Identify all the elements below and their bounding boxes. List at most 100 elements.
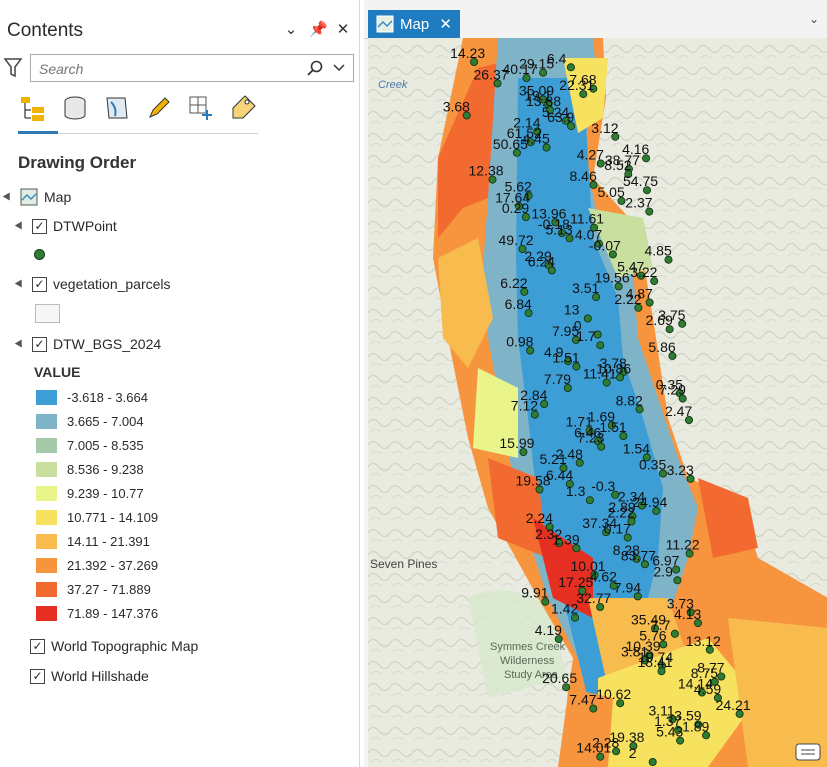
list-by-source-icon[interactable] [60,93,90,123]
dtw-value-label: 1.7 [576,328,596,344]
dtw-value-label: 83.77 [621,547,656,563]
dtwpoint-layer-label[interactable]: DTWPoint [53,218,117,234]
dtw-value-label: 14.23 [450,45,485,61]
dtw-value-label: 0.98 [506,334,533,350]
dtw-bgs-2024-layer-label[interactable]: DTW_BGS_2024 [53,336,161,352]
dtw-value-label: 6.84 [505,296,532,312]
dtw-value-label: 15.99 [499,435,534,451]
chevron-down-icon[interactable]: ⌄ [283,20,299,38]
contents-pane: Contents ⌄ 📌 ✕ Search Drawing Order Map … [0,0,360,767]
expand-map-toggle[interactable] [2,191,14,203]
chevron-down-icon[interactable] [333,60,345,76]
dtw-value-label: 8.46 [570,168,597,184]
dtw-value-label: 54.75 [623,173,658,189]
legend-label: 21.392 - 37.269 [67,558,159,573]
legend-class-1: 3.665 - 7.004 [36,414,144,429]
dtw-value-label: 32.77 [576,590,611,606]
dtw-value-label: 18.41 [638,654,673,670]
legend-swatch [36,390,57,405]
legend-class-5: 10.771 - 14.109 [36,510,158,525]
legend-swatch [36,438,57,453]
vegetation-parcels-checkbox[interactable]: ✓ [32,276,47,292]
search-icon[interactable] [307,60,323,76]
dtw-value-label: 4.19 [535,622,562,638]
map-view[interactable]: Creek Seven Pines Symmes Creek Wildernes… [368,38,827,767]
dtw-value-label: 1.51 [552,350,579,366]
map-label-creek: Creek [378,79,408,91]
dtw-value-label: 8.52 [604,157,631,173]
world-hillshade-checkbox[interactable]: ✓ [30,668,45,684]
dtw-value-label: 1.42 [551,601,578,617]
value-label: VALUE [34,364,81,380]
dtw-value-label: 12.38 [469,163,504,179]
dtw-value-label: 20.65 [542,670,577,686]
dtw-value-label: 4.13 [674,606,701,622]
map-label-wilderness: Wilderness [500,655,555,667]
map-tab[interactable]: Map ✕ [368,10,460,38]
legend-class-4: 9.239 - 10.77 [36,486,144,501]
expand-dtw-bgs-toggle[interactable] [14,338,26,350]
dtw-value-label: 50.65 [493,136,528,152]
legend-class-7: 21.392 - 37.269 [36,558,158,573]
dtw-point[interactable] [566,63,575,72]
list-by-snapping-icon[interactable] [186,93,216,123]
list-by-drawing-order-icon[interactable] [18,93,48,123]
legend-swatch [36,414,57,429]
search-box[interactable] [30,54,354,82]
dtw-value-label: 2.37 [625,195,652,211]
dtw-value-label: 3.68 [443,98,470,114]
legend-swatch [36,534,57,549]
dtw-value-label: 11.61 [570,211,604,227]
comment-icon[interactable] [795,743,821,765]
map-layer-label[interactable]: Map [44,189,71,205]
dtw-point[interactable] [673,576,682,585]
list-by-labeling-icon[interactable] [228,93,258,123]
world-topographic-checkbox[interactable]: ✓ [30,638,45,654]
list-by-selection-icon[interactable] [102,93,132,123]
dtw-bgs-2024-checkbox[interactable]: ✓ [32,336,47,352]
dtw-value-label: 19.58 [516,473,551,489]
dtw-value-label: 2.22 [614,291,641,307]
dtw-value-label: 63.9 [547,109,574,125]
close-icon[interactable]: ✕ [335,20,351,38]
legend-label: 7.005 - 8.535 [67,438,144,453]
dtw-point[interactable] [670,629,679,638]
dtw-value-label: 7.47 [569,692,596,708]
expand-dtwpoint-toggle[interactable] [14,220,26,232]
dtw-point[interactable] [596,341,605,350]
legend-label: 37.27 - 71.889 [67,582,151,597]
world-hillshade-layer-label[interactable]: World Hillshade [51,668,149,684]
pin-icon[interactable]: 📌 [309,20,328,38]
legend-class-6: 14.11 - 21.391 [36,534,150,549]
map-canvas[interactable]: Creek Seven Pines Symmes Creek Wildernes… [368,38,827,767]
vegetation-parcels-layer-label[interactable]: vegetation_parcels [53,276,171,292]
chevron-down-icon[interactable]: ⌄ [809,12,819,26]
map-icon [376,15,394,33]
dtw-value-label: 49.72 [499,232,534,248]
filter-icon[interactable] [4,58,22,78]
close-icon[interactable]: ✕ [439,15,452,33]
legend-class-3: 8.536 - 9.238 [36,462,144,477]
dtw-value-label: 7.23 [577,430,604,446]
map-label-seven-pines: Seven Pines [370,557,437,571]
dtw-value-label: 3.51 [572,280,599,296]
search-input[interactable] [37,59,291,79]
dtw-point[interactable] [585,496,594,505]
dtw-value-label: 1.3 [566,483,586,499]
map-icon [20,188,38,206]
dtwpoint-checkbox[interactable]: ✓ [32,218,47,234]
world-topographic-layer-label[interactable]: World Topographic Map [51,638,198,654]
dtw-point[interactable] [583,314,592,323]
dtw-value-label: 14.01 [576,740,611,756]
legend-label: 71.89 - 147.376 [67,606,159,621]
dtw-point[interactable] [648,758,657,767]
dtw-value-label: 2.69 [646,312,673,328]
dtw-value-label: 5.21 [540,451,567,467]
legend-label: 8.536 - 9.238 [67,462,144,477]
legend-label: 10.771 - 14.109 [67,510,159,525]
expand-vegetation-toggle[interactable] [14,278,26,290]
dtw-value-label: 2 [629,745,637,761]
list-by-editing-icon[interactable] [144,93,174,123]
legend-label: 3.665 - 7.004 [67,414,144,429]
dtw-value-label: 2.9 [653,563,673,579]
